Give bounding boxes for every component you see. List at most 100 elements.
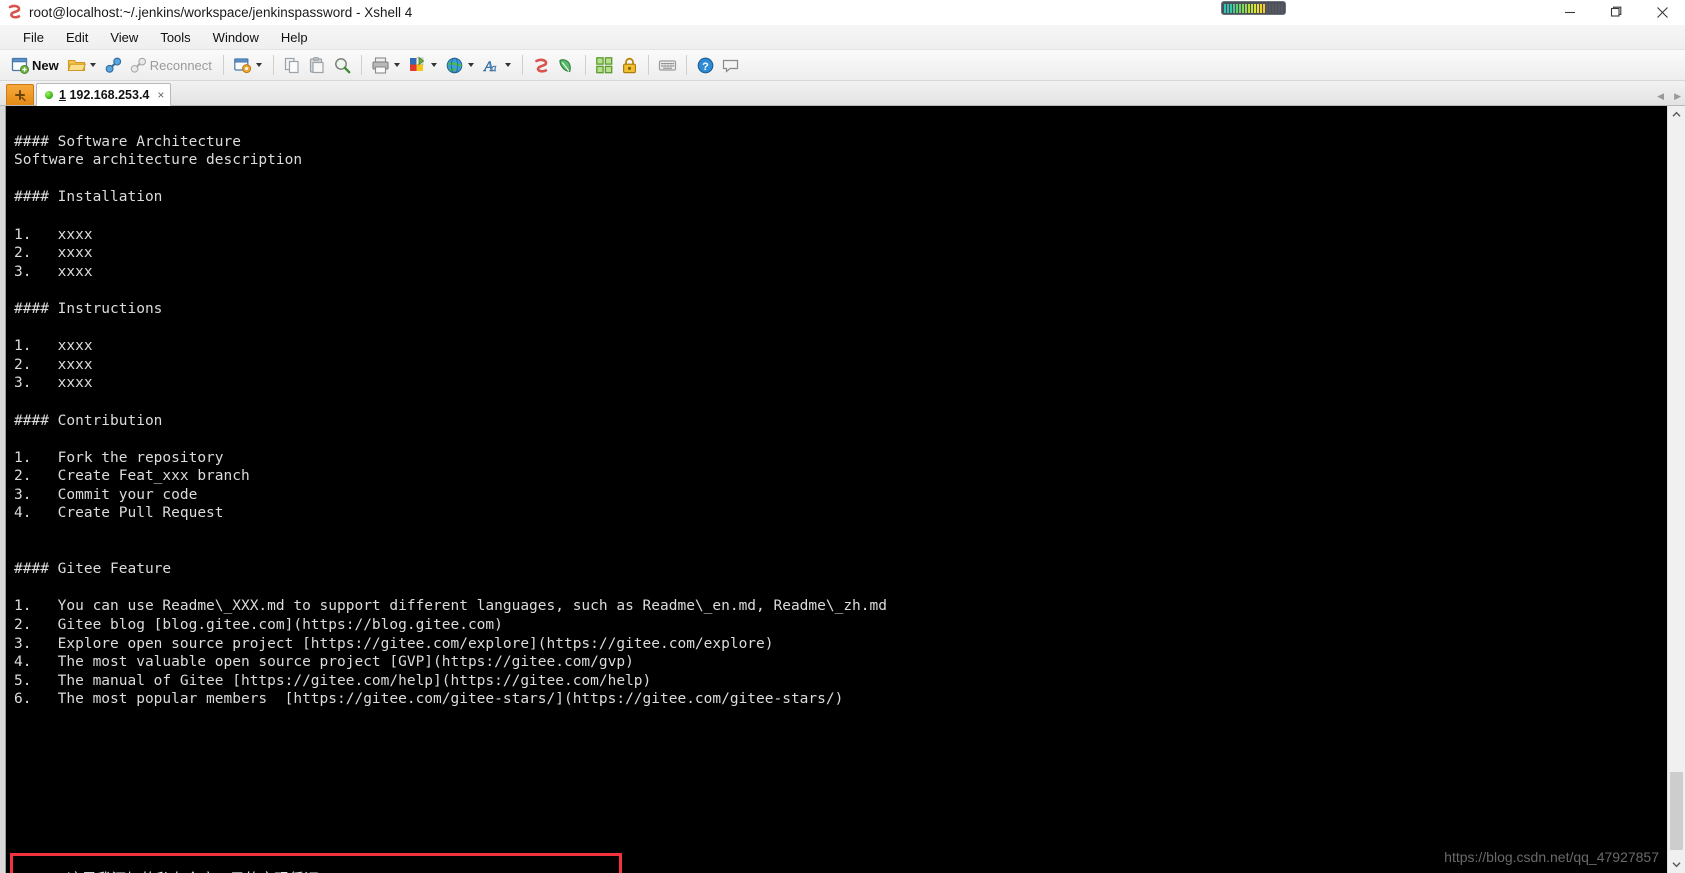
toolbar-separator [360, 55, 362, 75]
connect-plug-icon [104, 56, 123, 75]
highlighted-comment-line: ######这是我添加的私有仓库，目的实现凭证#################… [14, 868, 495, 873]
svg-text:a: a [491, 62, 497, 74]
terminal-line: 1. Fork the repository [14, 449, 224, 466]
terminal-line: #### Gitee Feature [14, 561, 172, 578]
window-title: root@localhost:~/.jenkins/workspace/jenk… [29, 4, 413, 20]
paste-button[interactable] [305, 52, 330, 78]
terminal-line: #### Installation [14, 189, 163, 206]
scrollbar-thumb[interactable] [1670, 772, 1683, 850]
new-label: New [32, 57, 59, 73]
chevron-down-icon[interactable] [430, 63, 437, 67]
toolbar-separator [647, 55, 649, 75]
chevron-down-icon[interactable] [467, 63, 474, 67]
connect-button[interactable] [101, 52, 126, 78]
tab-close-icon[interactable]: × [155, 89, 164, 101]
arrange-windows-icon [595, 56, 614, 75]
help-button[interactable]: ? [693, 52, 718, 78]
print-button[interactable] [368, 52, 405, 78]
chevron-down-icon[interactable] [504, 63, 511, 67]
toolbar: New Reconnect A a ? [0, 50, 1685, 81]
terminal-area: #### Software Architecture Software archi… [0, 106, 1685, 873]
disconnect-plug-icon [129, 56, 148, 75]
color-palette-icon [408, 56, 427, 75]
terminal-line: 6. The most popular members [https://git… [14, 691, 844, 708]
folder-open-icon [67, 56, 86, 75]
new-session-button[interactable]: New [8, 52, 64, 78]
scroll-up-button[interactable] [1668, 106, 1685, 123]
printer-icon [371, 56, 390, 75]
xshell-icon [6, 3, 24, 21]
tab-strip: 1 192.168.253.4 × ◀ ▶ [0, 81, 1685, 106]
scrollbar-track[interactable] [1668, 123, 1685, 856]
reconnect-label: Reconnect [149, 57, 212, 73]
copy-button[interactable] [280, 52, 305, 78]
properties-gear-window-icon [233, 56, 252, 75]
menu-edit[interactable]: Edit [55, 28, 99, 47]
terminal-line: 2. xxxx [14, 245, 93, 262]
minimize-button[interactable] [1547, 0, 1593, 24]
terminal-line: 2. xxxx [14, 356, 93, 373]
menu-help[interactable]: Help [270, 28, 319, 47]
new-window-icon [11, 56, 30, 75]
tab-host: 192.168.253.4 [69, 87, 150, 102]
terminal-line: 4. The most valuable open source project… [14, 654, 634, 671]
close-button[interactable] [1639, 0, 1685, 24]
scroll-down-button[interactable] [1668, 856, 1685, 873]
xftp-icon [557, 56, 576, 75]
xftp-button[interactable] [554, 52, 579, 78]
magnifier-icon [333, 56, 352, 75]
title-bar: root@localhost:~/.jenkins/workspace/jenk… [0, 0, 1685, 25]
reconnect-button[interactable]: Reconnect [126, 52, 217, 78]
svg-text:?: ? [702, 61, 709, 73]
paste-icon [308, 56, 327, 75]
menu-view[interactable]: View [99, 28, 149, 47]
maximize-button[interactable] [1593, 0, 1639, 24]
menu-window[interactable]: Window [202, 28, 270, 47]
tab-scroll-right-icon[interactable]: ▶ [1674, 91, 1681, 102]
chat-button[interactable] [718, 52, 743, 78]
web-browser-button[interactable] [442, 52, 479, 78]
session-properties-button[interactable] [230, 52, 267, 78]
tab-scroll-left-icon[interactable]: ◀ [1657, 91, 1664, 102]
terminal-line: 2. Gitee blog [blog.gitee.com](https://b… [14, 617, 503, 634]
connection-status-dot [45, 90, 53, 99]
toolbar-separator [521, 55, 523, 75]
font-button[interactable]: A a [479, 52, 516, 78]
chevron-down-icon[interactable] [89, 63, 96, 67]
terminal-line: 3. Commit your code [14, 486, 198, 503]
terminal-line: 1. You can use Readme\_XXX.md to support… [14, 598, 887, 615]
session-tab-1[interactable]: 1 192.168.253.4 × [36, 83, 172, 106]
find-button[interactable] [330, 52, 355, 78]
terminal-line: 2. Create Feat_xxx branch [14, 468, 250, 485]
terminal-screen[interactable]: #### Software Architecture Software archi… [6, 106, 1667, 873]
terminal-scrollbar[interactable] [1667, 106, 1685, 873]
terminal-line: 3. Explore open source project [https://… [14, 635, 774, 652]
arrange-button[interactable] [592, 52, 617, 78]
terminal-line: 1. xxxx [14, 338, 93, 355]
terminal-line: 5. The manual of Gitee [https://gitee.co… [14, 672, 652, 689]
menu-tools[interactable]: Tools [149, 28, 201, 47]
color-scheme-button[interactable] [405, 52, 442, 78]
open-session-button[interactable] [64, 52, 101, 78]
chevron-down-icon[interactable] [393, 63, 400, 67]
terminal-line: #### Contribution [14, 412, 163, 429]
new-tab-button[interactable] [6, 84, 34, 105]
lock-button[interactable] [617, 52, 642, 78]
terminal-line: 1. xxxx [14, 226, 93, 243]
terminal-line: 3. xxxx [14, 375, 93, 392]
keyboard-button[interactable] [655, 52, 680, 78]
xshell-button[interactable] [529, 52, 554, 78]
chevron-down-icon[interactable] [255, 63, 262, 67]
keyboard-icon [658, 56, 677, 75]
new-tab-plus-icon [15, 90, 26, 102]
menu-file[interactable]: File [12, 28, 55, 47]
